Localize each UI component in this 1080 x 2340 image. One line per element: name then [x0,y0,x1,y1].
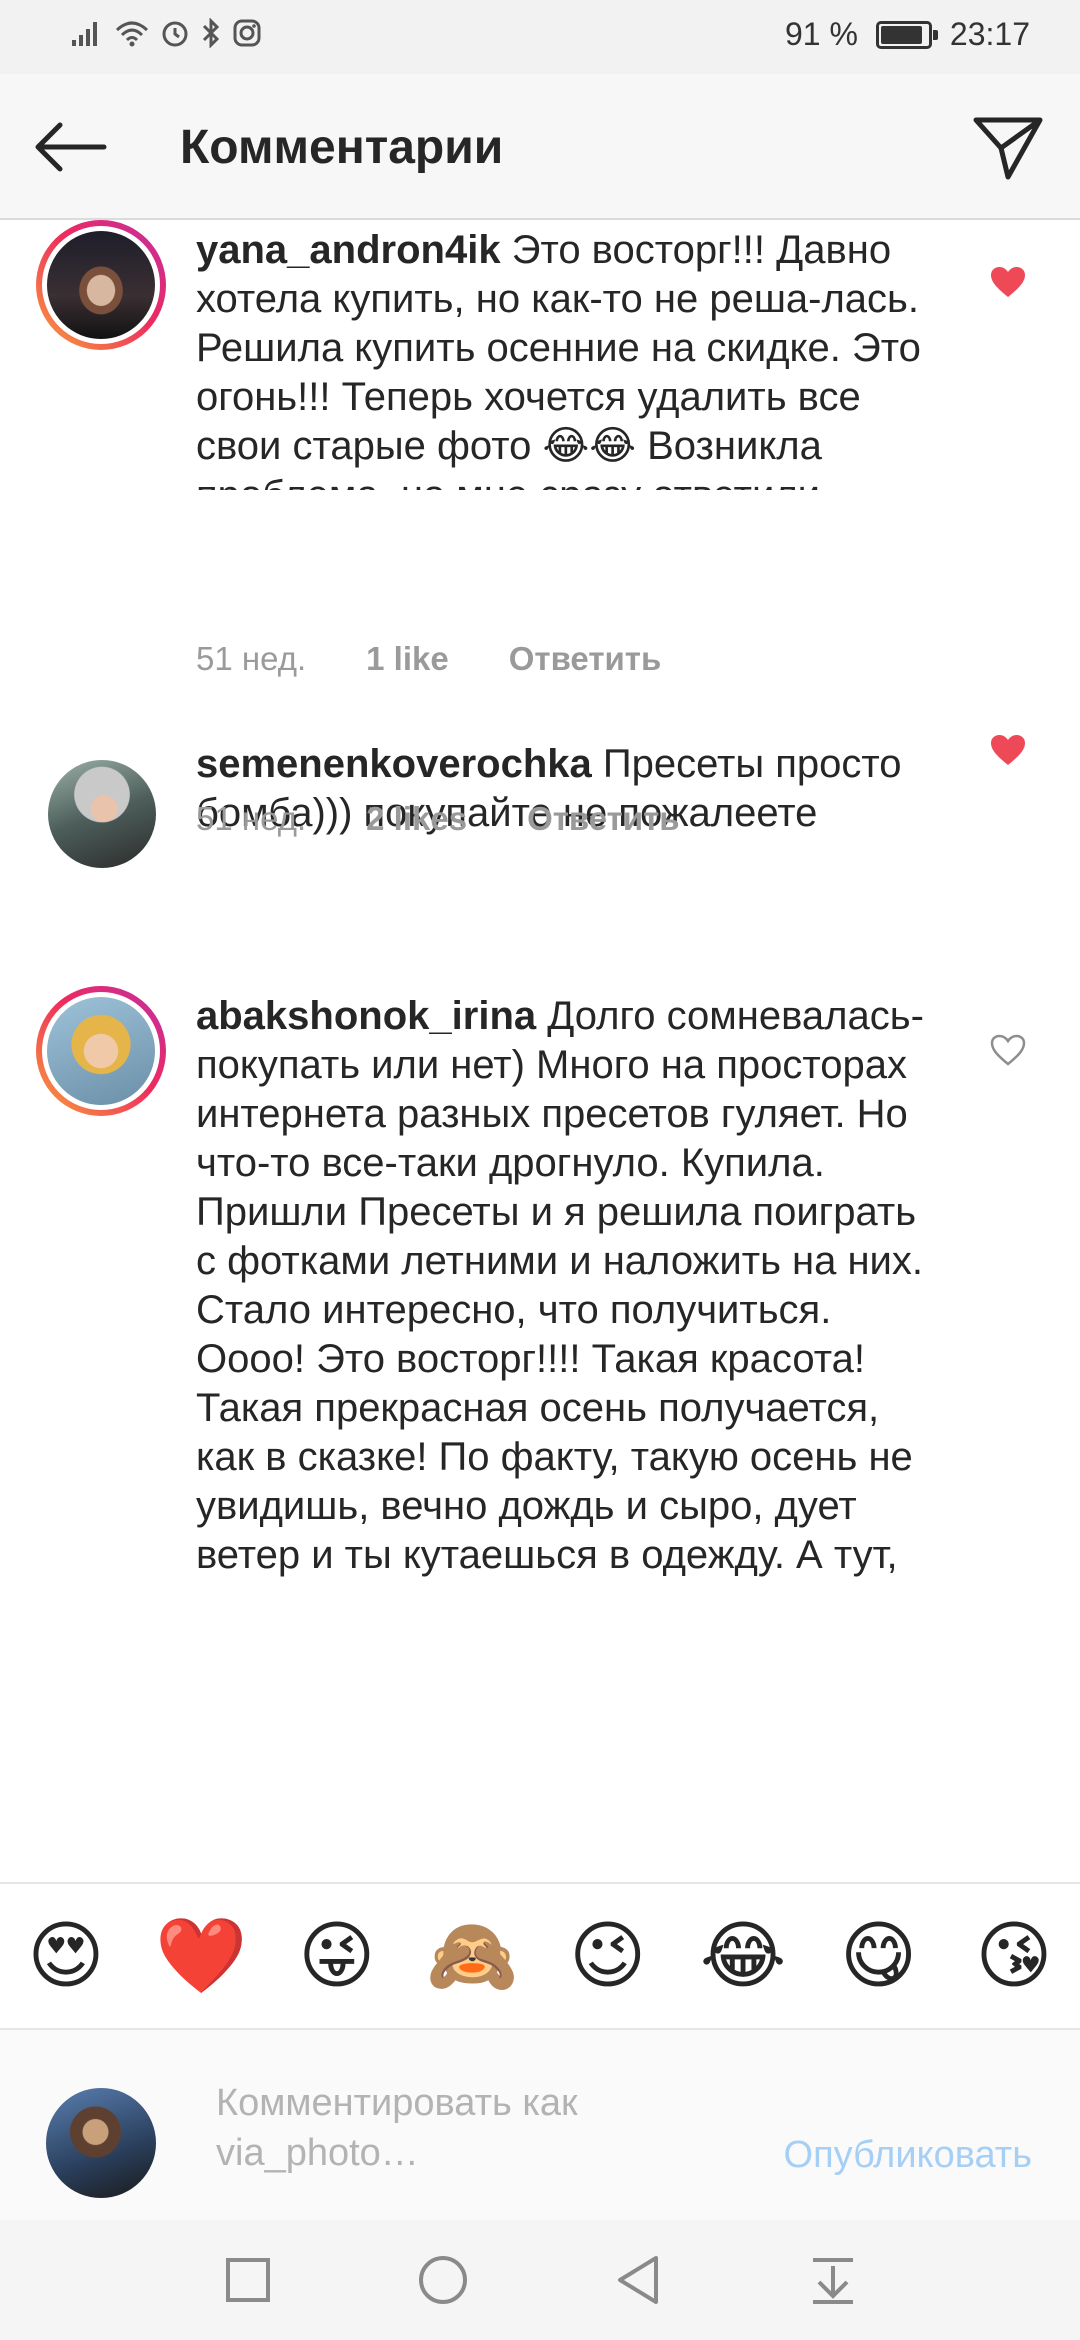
battery-percent: 91 % [784,16,858,52]
avatar[interactable] [48,760,156,868]
like-button[interactable] [980,1022,1036,1078]
comment-meta: 51 нед. 2 likes Ответить [196,800,680,838]
heart-filled-icon [991,267,1025,297]
signal-icon [72,22,97,46]
comment-text: yana_andron4ik Это восторг!!! Давно хоте… [196,226,936,490]
avatar[interactable] [36,986,166,1116]
alarm-icon [162,21,188,47]
publish-button[interactable]: Опубликовать [784,2134,1032,2177]
emoji-wink-tongue[interactable]: 😜 [293,1912,381,2000]
comment-text: abakshonok_irina Долго сомневалась-покуп… [196,992,936,1582]
recents-button[interactable] [208,2240,288,2320]
notifications-pulldown-button[interactable] [793,2240,873,2320]
reply-button[interactable]: Ответить [509,640,662,678]
battery-fill [880,25,923,44]
comment-likes[interactable]: 2 likes [366,800,467,838]
status-bar: 91 % 23:17 [0,0,1080,74]
avatar[interactable] [36,220,166,350]
comment-input[interactable]: Комментировать как via_photo… [216,2078,716,2178]
emoji-bar: 😍 ❤️ 😜 🙈 😉 😂 😋 😘 [0,1882,1080,2030]
comments-list[interactable]: yana_andron4ik Это восторг!!! Давно хоте… [0,220,1080,1882]
emoji-tears-of-joy[interactable]: 😂 [699,1912,787,2000]
comment-time: 51 нед. [196,640,307,677]
square-icon [225,2258,270,2302]
header: Комментарии [0,74,1080,220]
arrow-left-icon [35,122,107,172]
home-button[interactable] [403,2240,483,2320]
send-button[interactable] [966,106,1050,190]
instagram-icon [233,19,261,47]
page-title: Комментарии [180,121,504,174]
bluetooth-icon [202,18,220,48]
paper-plane-icon [973,117,1043,180]
navigation-bar [0,2220,1080,2340]
heart-filled-icon [991,735,1025,765]
wifi-icon [115,21,149,47]
user-avatar [46,2088,156,2198]
comment-username[interactable]: yana_andron4ik [196,228,501,272]
comment-username[interactable]: abakshonok_irina [196,994,536,1038]
comment-composer: Комментировать как via_photo… Опубликова… [0,2030,1080,2220]
comment-time: 51 нед. [196,800,307,837]
emoji-see-no-evil[interactable]: 🙈 [426,1912,518,2000]
comment-meta: 51 нед. 1 like Ответить [196,640,661,678]
pull-down-icon [812,2258,853,2304]
comment-body: Долго сомневалась-покупать или нет) Мног… [196,994,924,1577]
circle-icon [418,2256,467,2304]
emoji-heart-eyes[interactable]: 😍 [22,1912,110,2000]
battery-icon [875,20,938,49]
back-button[interactable] [30,110,110,184]
back-nav-button[interactable] [598,2240,678,2320]
comment-likes[interactable]: 1 like [366,640,449,678]
emoji-yum[interactable]: 😋 [835,1912,923,2000]
reply-button[interactable]: Ответить [527,800,680,838]
triangle-back-icon [617,2256,658,2304]
heart-outline-icon [990,1034,1026,1066]
emoji-kiss[interactable]: 😘 [970,1912,1058,2000]
like-button[interactable] [980,254,1036,310]
like-button[interactable] [980,722,1036,778]
comment-username[interactable]: semenenkoverochka [196,742,592,786]
emoji-red-heart[interactable]: ❤️ [155,1912,247,2000]
clock: 23:17 [949,16,1030,52]
status-icons [70,18,262,48]
emoji-wink[interactable]: 😉 [564,1912,652,2000]
status-right: 91 % 23:17 [785,16,1030,53]
